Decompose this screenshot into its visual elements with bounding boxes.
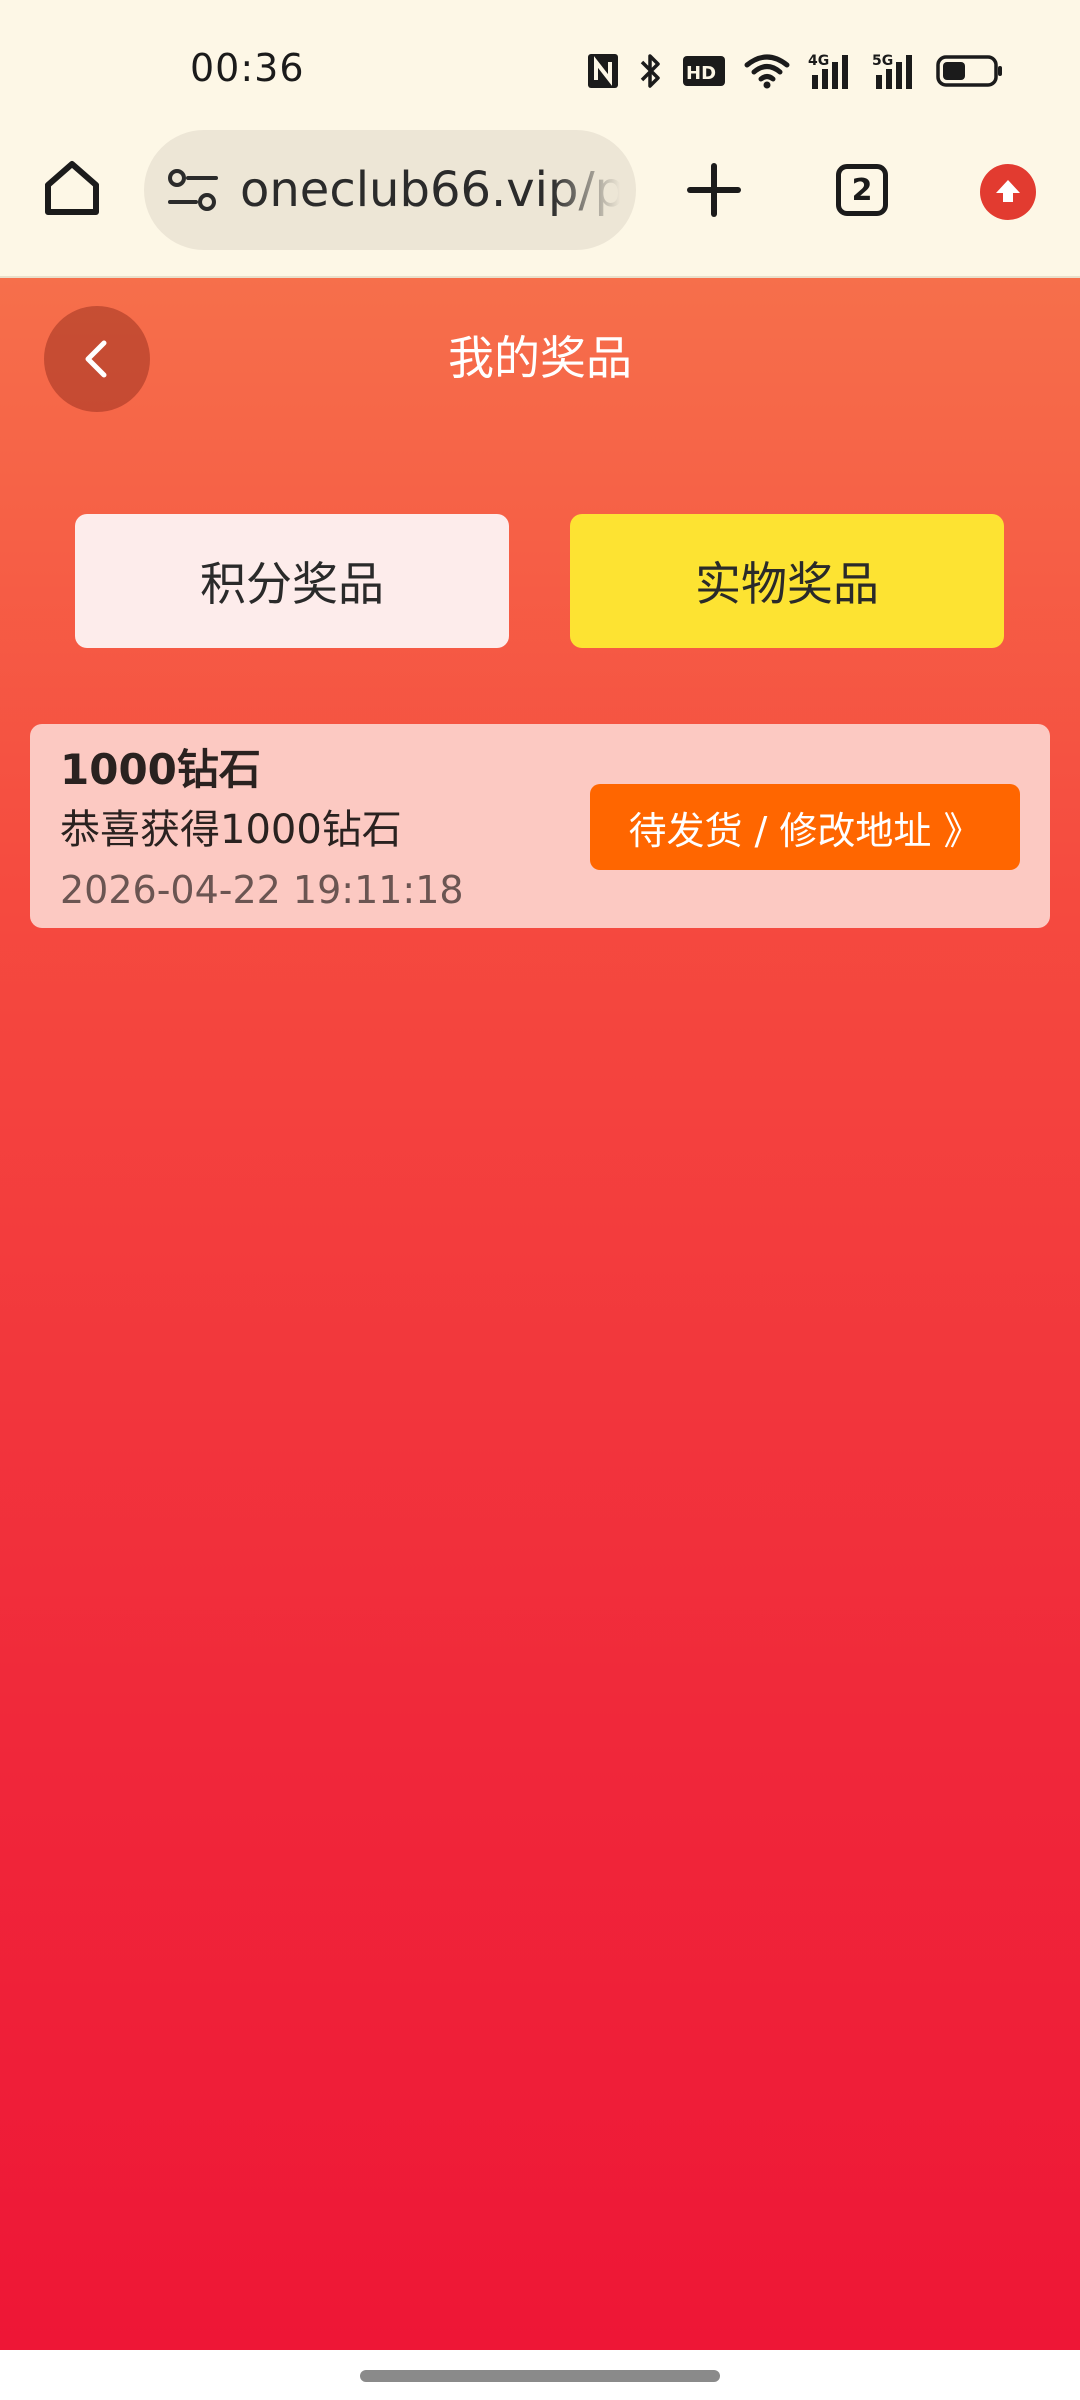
bluetooth-icon xyxy=(640,54,660,88)
status-time: 00:36 xyxy=(190,46,305,90)
prize-description: 恭喜获得1000钻石 xyxy=(60,807,402,853)
url-bar[interactable]: oneclub66.vip/plu xyxy=(144,130,636,250)
prize-name: 1000钻石 xyxy=(60,745,261,794)
home-button[interactable] xyxy=(36,152,108,224)
signal-5g-icon: 5G xyxy=(872,53,912,89)
prize-timestamp: 2026-04-22 19:11:18 xyxy=(60,868,464,912)
tab-points-prizes[interactable]: 积分奖品 xyxy=(75,514,509,648)
url-text[interactable]: oneclub66.vip/plu xyxy=(240,156,620,224)
hd-voice-icon: HD xyxy=(683,56,725,86)
tabs-button[interactable]: 2 xyxy=(836,164,888,216)
tab-count: 2 xyxy=(851,172,873,208)
battery-icon xyxy=(936,55,1002,87)
prize-card: 1000钻石 恭喜获得1000钻石 2026-04-22 19:11:18 待发… xyxy=(30,724,1050,928)
new-tab-button[interactable] xyxy=(680,156,748,224)
network-4g-label: 4G xyxy=(808,53,829,69)
plus-icon xyxy=(687,163,741,217)
nfc-icon xyxy=(588,54,618,88)
gesture-nav-area xyxy=(0,2350,1080,2400)
signal-4g-icon: 4G xyxy=(808,53,848,89)
wifi-icon xyxy=(744,54,790,89)
prizes-page: 我的奖品 积分奖品 实物奖品 1000钻石 恭喜获得1000钻石 2026-04… xyxy=(0,278,1080,2350)
browser-chrome: 00:36 HD 4G 5G oneclub66.vip/p 2 xyxy=(0,0,1080,278)
tab-physical-prizes[interactable]: 实物奖品 xyxy=(570,514,1004,648)
page-title: 我的奖品 xyxy=(448,331,632,385)
update-icon xyxy=(996,180,1020,202)
network-5g-label: 5G xyxy=(872,53,893,69)
home-gesture-handle[interactable] xyxy=(360,2370,720,2382)
status-icons: HD 4G 5G xyxy=(586,48,1004,94)
hd-label: HD xyxy=(686,63,716,84)
update-button[interactable] xyxy=(980,164,1036,220)
home-icon xyxy=(45,161,99,215)
pending-shipment-edit-address-button[interactable]: 待发货 / 修改地址 》 xyxy=(590,784,1020,870)
site-settings-icon[interactable] xyxy=(166,166,220,214)
